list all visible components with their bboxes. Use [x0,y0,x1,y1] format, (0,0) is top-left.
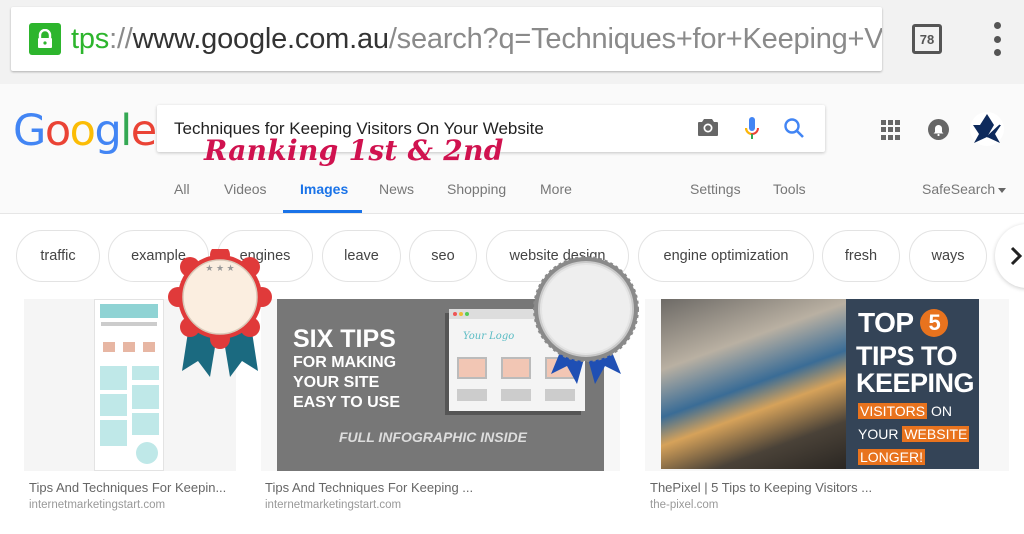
safesearch-dropdown[interactable]: SafeSearch [922,181,1007,197]
top-5-tips-image: TOP 5 TIPS TO KEEPING VISITORS ON YOUR WE… [846,299,979,469]
chip[interactable]: engine optimization [638,230,814,282]
microphone-icon[interactable] [744,116,760,147]
tab-more[interactable]: More [540,181,572,197]
tab-images[interactable]: Images [300,181,348,197]
url-scheme: tps [71,22,110,55]
caret-down-icon [998,187,1007,193]
tab-switcher-button[interactable]: 78 [912,24,942,54]
tools-link[interactable]: Tools [773,181,806,197]
browser-toolbar: tps://www.google.com.au/search?q=Techniq… [0,0,1024,84]
chip[interactable]: leave [322,230,401,282]
tab-news[interactable]: News [379,181,414,197]
result-title[interactable]: ThePixel | 5 Tips to Keeping Visitors ..… [650,480,872,495]
first-place-ribbon-icon: ★ ★ ★ [168,245,272,384]
account-avatar[interactable] [970,112,1004,146]
settings-link[interactable]: Settings [690,181,741,197]
related-chips: traffic example engines leave seo websit… [0,224,1024,288]
overflow-menu-icon[interactable] [989,22,1005,56]
result-thumbnail[interactable]: TOP 5 TIPS TO KEEPING VISITORS ON YOUR WE… [645,299,1009,471]
camera-icon[interactable] [697,117,719,142]
infographic-image [94,299,164,471]
result-source[interactable]: internetmarketingstart.com [265,499,401,511]
svg-text:★ ★ ★: ★ ★ ★ [205,263,234,273]
search-tabs: All Videos Images News Shopping More Set… [0,174,1024,214]
chips-next-button[interactable] [995,224,1024,288]
chip[interactable]: ways [909,230,987,282]
tab-all[interactable]: All [174,181,190,197]
result-source[interactable]: internetmarketingstart.com [29,499,165,511]
url-separator: :// [109,22,133,55]
chip[interactable]: fresh [822,230,900,282]
address-bar[interactable]: tps://www.google.com.au/search?q=Techniq… [11,7,882,71]
google-logo[interactable]: Google [13,106,157,156]
ranking-annotation: Ranking 1st & 2nd [204,134,504,167]
notifications-icon[interactable] [928,119,949,140]
url-host: www.google.com.au [132,22,389,55]
chip[interactable]: traffic [16,230,100,282]
search-results-page: Google Ranking 1st & 2nd All Videos Imag… [0,84,1024,534]
tab-count: 78 [919,31,935,47]
apps-grid-icon[interactable] [881,120,901,140]
chevron-right-icon [1010,246,1023,266]
result-source[interactable]: the-pixel.com [650,499,718,511]
tab-videos[interactable]: Videos [224,181,267,197]
active-tab-indicator [283,210,362,213]
google-header: Google Ranking 1st & 2nd All Videos Imag… [0,84,1024,214]
url-text[interactable]: tps://www.google.com.au/search?q=Techniq… [71,23,882,56]
search-icon[interactable] [783,117,805,144]
devices-photo [661,299,846,469]
safesearch-label: SafeSearch [922,181,996,197]
tab-shopping[interactable]: Shopping [447,181,506,197]
url-path: /search?q=Techniques+for+Keeping+V [388,22,882,55]
result-title[interactable]: Tips And Techniques For Keepin... [29,480,226,495]
lock-icon[interactable] [29,23,61,55]
result-title[interactable]: Tips And Techniques For Keeping ... [265,480,473,495]
chip[interactable]: seo [409,230,477,282]
second-place-ribbon-icon [533,256,639,393]
